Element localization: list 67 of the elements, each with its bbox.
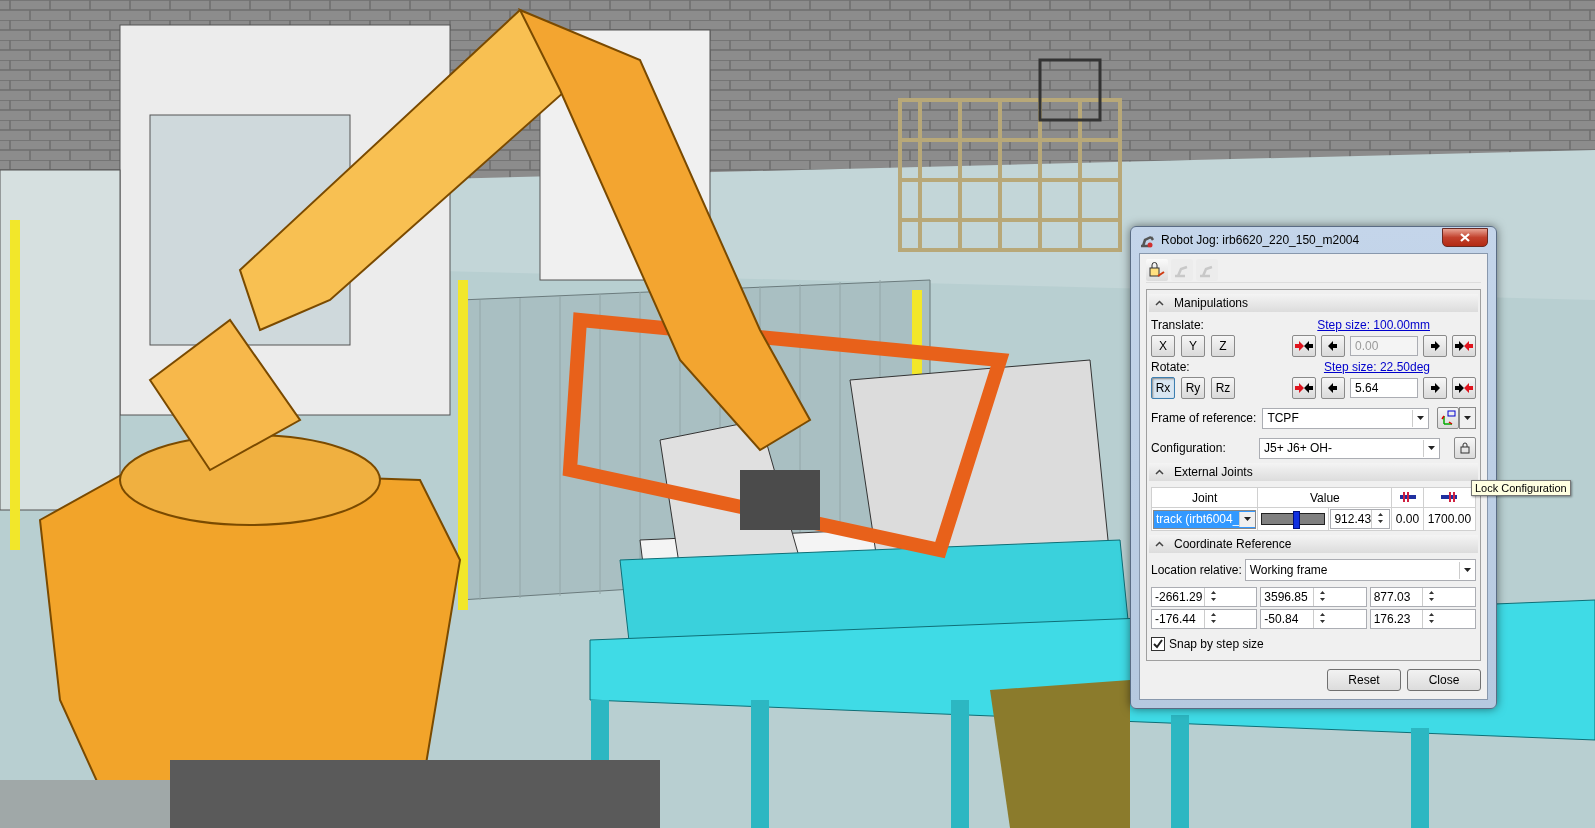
column-header: Joint	[1151, 487, 1258, 508]
dialog-button[interactable]: Close	[1407, 669, 1481, 691]
window-title: Robot Jog: irb6620_220_150_m2004	[1161, 233, 1361, 247]
spin-arrows-icon[interactable]	[1317, 588, 1328, 604]
double-arrow-icon	[1454, 341, 1474, 351]
toolbar-button[interactable]	[1146, 259, 1168, 281]
step-size-link[interactable]: Step size: 22.50deg	[1323, 360, 1430, 374]
padlock-icon	[1460, 442, 1470, 454]
double-arrow-icon	[1294, 383, 1314, 393]
dropdown-arrow-icon[interactable]	[1464, 568, 1471, 572]
max-limit-icon	[1440, 491, 1459, 502]
section-header[interactable]: Manipulations	[1149, 294, 1478, 312]
coordinate-spinner[interactable]: -2661.29	[1151, 587, 1258, 607]
close-icon	[1460, 232, 1470, 242]
dropdown-arrow-icon[interactable]	[1464, 416, 1471, 420]
jog-to-min-button[interactable]	[1292, 335, 1316, 357]
section-header[interactable]: External Joints	[1149, 463, 1478, 481]
table-cell: 1700.00	[1423, 507, 1476, 531]
step-forward-button[interactable]	[1423, 335, 1447, 357]
dropdown-arrow-icon[interactable]	[1417, 416, 1424, 420]
double-arrow-icon	[1294, 341, 1314, 351]
location-dropdown[interactable]: Working frame	[1244, 559, 1476, 581]
min-limit-icon	[1398, 491, 1417, 502]
collapse-chevron-icon[interactable]	[1155, 469, 1164, 475]
joint-value-spinner[interactable]: 912.43	[1330, 509, 1391, 529]
coordinate-spinner[interactable]: 176.23	[1369, 609, 1476, 629]
axis-button[interactable]: Rz	[1211, 377, 1235, 399]
frame-dropdown[interactable]: TCPF	[1262, 407, 1429, 429]
checkmark-icon	[1153, 639, 1163, 649]
section-header[interactable]: Coordinate Reference	[1149, 535, 1478, 553]
section-label: Translate:	[1151, 318, 1204, 332]
axis-button[interactable]: Ry	[1181, 377, 1205, 399]
coordinate-spinner[interactable]: -176.44	[1151, 609, 1258, 629]
double-arrow-icon	[1454, 383, 1474, 393]
checkbox[interactable]	[1151, 637, 1165, 651]
close-button[interactable]	[1442, 227, 1488, 247]
collapse-chevron-icon[interactable]	[1155, 300, 1164, 306]
padlock-icon	[1148, 262, 1166, 278]
dropdown-arrow-icon[interactable]	[1428, 446, 1435, 450]
coordinate-spinner[interactable]: 3596.85	[1260, 587, 1367, 607]
tooltip: Lock Configuration	[1471, 480, 1571, 496]
coordinate-spinner[interactable]: 877.03	[1369, 587, 1476, 607]
dialog-button[interactable]: Reset	[1327, 669, 1401, 691]
jog-to-max-button[interactable]	[1452, 335, 1476, 357]
frame-picker-button[interactable]	[1437, 407, 1459, 429]
axes-icon	[1440, 410, 1456, 426]
field-label: Configuration:	[1151, 441, 1227, 455]
coordinate-spinner[interactable]: -50.84	[1260, 609, 1367, 629]
field-label: Location relative:	[1151, 563, 1242, 577]
lock-configuration-button[interactable]	[1454, 437, 1476, 459]
dropdown-arrow-icon[interactable]	[1244, 517, 1252, 521]
spin-arrows-icon[interactable]	[1317, 610, 1328, 626]
jog-to-min-button[interactable]	[1292, 377, 1316, 399]
step-back-button[interactable]	[1321, 377, 1345, 399]
axis-button[interactable]: Rx	[1151, 377, 1175, 399]
checkbox-label[interactable]: Snap by step size	[1169, 637, 1264, 651]
column-header: Value	[1257, 487, 1392, 508]
step-back-button[interactable]	[1321, 335, 1345, 357]
slider-thumb[interactable]	[1292, 511, 1300, 529]
step-forward-button[interactable]	[1423, 377, 1447, 399]
configuration-dropdown[interactable]: J5+ J6+ OH-	[1259, 437, 1440, 459]
field-label: Frame of reference:	[1151, 411, 1257, 425]
value-field[interactable]: 5.64	[1350, 378, 1418, 398]
collapse-chevron-icon[interactable]	[1155, 541, 1164, 547]
table-cell: 0.00	[1391, 507, 1424, 531]
section-label: Rotate:	[1151, 360, 1190, 374]
jog-to-max-button[interactable]	[1452, 377, 1476, 399]
